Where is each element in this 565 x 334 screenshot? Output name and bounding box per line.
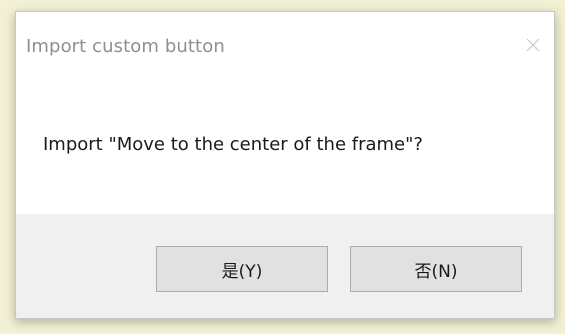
title-bar: Import custom button bbox=[16, 12, 554, 82]
no-button[interactable]: 否(N) bbox=[350, 246, 522, 292]
import-dialog: Import custom button Import "Move to the… bbox=[15, 11, 555, 319]
button-bar: 是(Y) 否(N) bbox=[16, 214, 554, 318]
close-icon[interactable] bbox=[522, 34, 544, 56]
yes-button[interactable]: 是(Y) bbox=[156, 246, 328, 292]
dialog-message: Import "Move to the center of the frame"… bbox=[43, 134, 423, 155]
dialog-title: Import custom button bbox=[26, 36, 225, 57]
